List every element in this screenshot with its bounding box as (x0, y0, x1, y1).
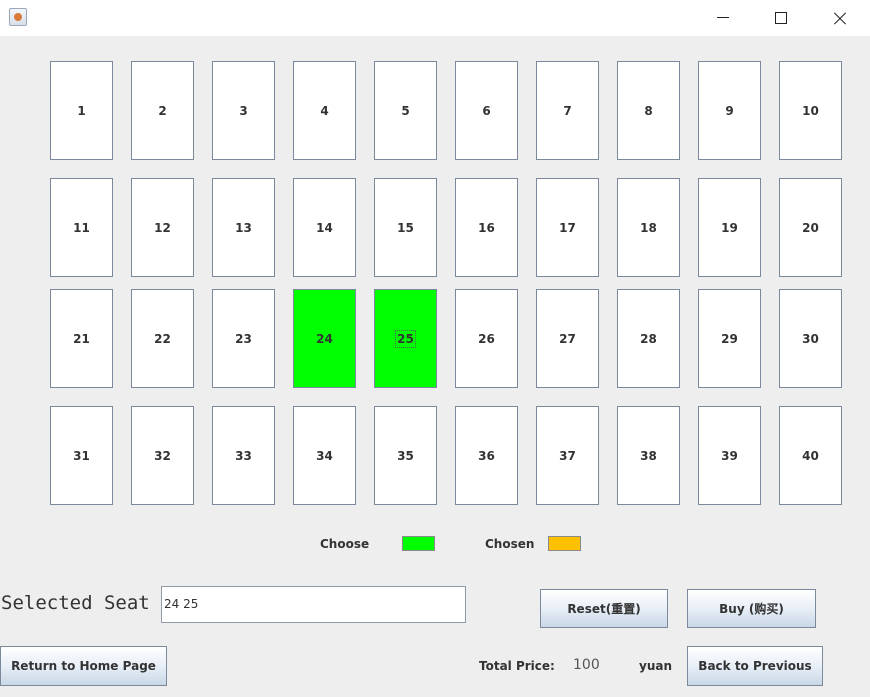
seat-number: 27 (559, 331, 576, 346)
seat-number: 4 (320, 103, 329, 118)
seat-number: 2 (158, 103, 167, 118)
seat-number: 24 (316, 331, 333, 346)
seat-number: 20 (802, 220, 819, 235)
seat-button-31[interactable]: 31 (50, 406, 113, 505)
close-icon[interactable] (810, 0, 868, 36)
maximize-icon[interactable] (752, 0, 810, 36)
seat-button-28[interactable]: 28 (617, 289, 680, 388)
seat-number: 12 (154, 220, 171, 235)
seat-number: 37 (559, 448, 576, 463)
seat-number: 10 (802, 103, 819, 118)
seat-number: 16 (478, 220, 495, 235)
buy-button[interactable]: Buy (购买) (687, 589, 816, 628)
seat-number: 19 (721, 220, 738, 235)
seat-button-22[interactable]: 22 (131, 289, 194, 388)
seat-number: 13 (235, 220, 252, 235)
seat-button-24[interactable]: 24 (293, 289, 356, 388)
seat-button-1[interactable]: 1 (50, 61, 113, 160)
total-price-label: Total Price: (479, 659, 555, 673)
seat-button-30[interactable]: 30 (779, 289, 842, 388)
total-price-value: 100 (573, 657, 600, 673)
legend-chosen-swatch (548, 536, 581, 551)
seat-button-4[interactable]: 4 (293, 61, 356, 160)
seat-button-3[interactable]: 3 (212, 61, 275, 160)
seat-number: 15 (397, 220, 414, 235)
return-home-button[interactable]: Return to Home Page (0, 646, 167, 686)
seat-button-27[interactable]: 27 (536, 289, 599, 388)
title-bar (0, 0, 870, 36)
selected-seat-label: Selected Seat (1, 592, 150, 614)
seat-button-6[interactable]: 6 (455, 61, 518, 160)
seat-button-36[interactable]: 36 (455, 406, 518, 505)
seat-number: 32 (154, 448, 171, 463)
seat-button-19[interactable]: 19 (698, 178, 761, 277)
minimize-icon[interactable] (694, 0, 752, 36)
seat-button-21[interactable]: 21 (50, 289, 113, 388)
seat-number: 36 (478, 448, 495, 463)
seat-button-18[interactable]: 18 (617, 178, 680, 277)
seat-button-10[interactable]: 10 (779, 61, 842, 160)
seat-button-35[interactable]: 35 (374, 406, 437, 505)
seat-button-5[interactable]: 5 (374, 61, 437, 160)
seat-button-39[interactable]: 39 (698, 406, 761, 505)
seat-button-8[interactable]: 8 (617, 61, 680, 160)
seat-number: 11 (73, 220, 90, 235)
seat-button-16[interactable]: 16 (455, 178, 518, 277)
seat-button-38[interactable]: 38 (617, 406, 680, 505)
seat-button-26[interactable]: 26 (455, 289, 518, 388)
seat-number: 39 (721, 448, 738, 463)
seat-button-40[interactable]: 40 (779, 406, 842, 505)
seat-number: 7 (563, 103, 572, 118)
seat-number: 35 (397, 448, 414, 463)
seat-number: 21 (73, 331, 90, 346)
seat-number: 23 (235, 331, 252, 346)
seat-number: 26 (478, 331, 495, 346)
seat-button-2[interactable]: 2 (131, 61, 194, 160)
seat-number: 31 (73, 448, 90, 463)
seat-number: 22 (154, 331, 171, 346)
seat-button-13[interactable]: 13 (212, 178, 275, 277)
seat-number: 14 (316, 220, 333, 235)
java-cup-icon (9, 8, 27, 26)
seat-button-29[interactable]: 29 (698, 289, 761, 388)
seat-number: 25 (395, 329, 416, 348)
seat-button-15[interactable]: 15 (374, 178, 437, 277)
seat-button-9[interactable]: 9 (698, 61, 761, 160)
seat-number: 40 (802, 448, 819, 463)
seat-button-7[interactable]: 7 (536, 61, 599, 160)
legend-choose-label: Choose (320, 537, 370, 551)
seat-button-37[interactable]: 37 (536, 406, 599, 505)
seat-button-17[interactable]: 17 (536, 178, 599, 277)
seat-number: 6 (482, 103, 491, 118)
legend-chosen-label: Chosen (485, 537, 535, 551)
seat-number: 29 (721, 331, 738, 346)
seat-button-23[interactable]: 23 (212, 289, 275, 388)
seat-number: 30 (802, 331, 819, 346)
seat-number: 34 (316, 448, 333, 463)
back-to-previous-button[interactable]: Back to Previous (687, 646, 823, 686)
seat-button-14[interactable]: 14 (293, 178, 356, 277)
seat-number: 8 (644, 103, 653, 118)
seat-button-33[interactable]: 33 (212, 406, 275, 505)
seat-button-12[interactable]: 12 (131, 178, 194, 277)
seat-number: 9 (725, 103, 734, 118)
seat-number: 18 (640, 220, 657, 235)
selected-seat-field[interactable]: 24 25 (161, 586, 466, 623)
seat-number: 3 (239, 103, 248, 118)
seat-number: 38 (640, 448, 657, 463)
seat-number: 17 (559, 220, 576, 235)
seat-number: 1 (77, 103, 86, 118)
reset-button[interactable]: Reset(重置) (540, 589, 668, 628)
seat-number: 28 (640, 331, 657, 346)
legend-choose-swatch (402, 536, 435, 551)
seat-button-32[interactable]: 32 (131, 406, 194, 505)
seat-button-11[interactable]: 11 (50, 178, 113, 277)
seat-button-20[interactable]: 20 (779, 178, 842, 277)
price-unit: yuan (639, 659, 673, 673)
seat-number: 33 (235, 448, 252, 463)
seat-number: 5 (401, 103, 410, 118)
seat-button-25[interactable]: 25 (374, 289, 437, 388)
seat-button-34[interactable]: 34 (293, 406, 356, 505)
